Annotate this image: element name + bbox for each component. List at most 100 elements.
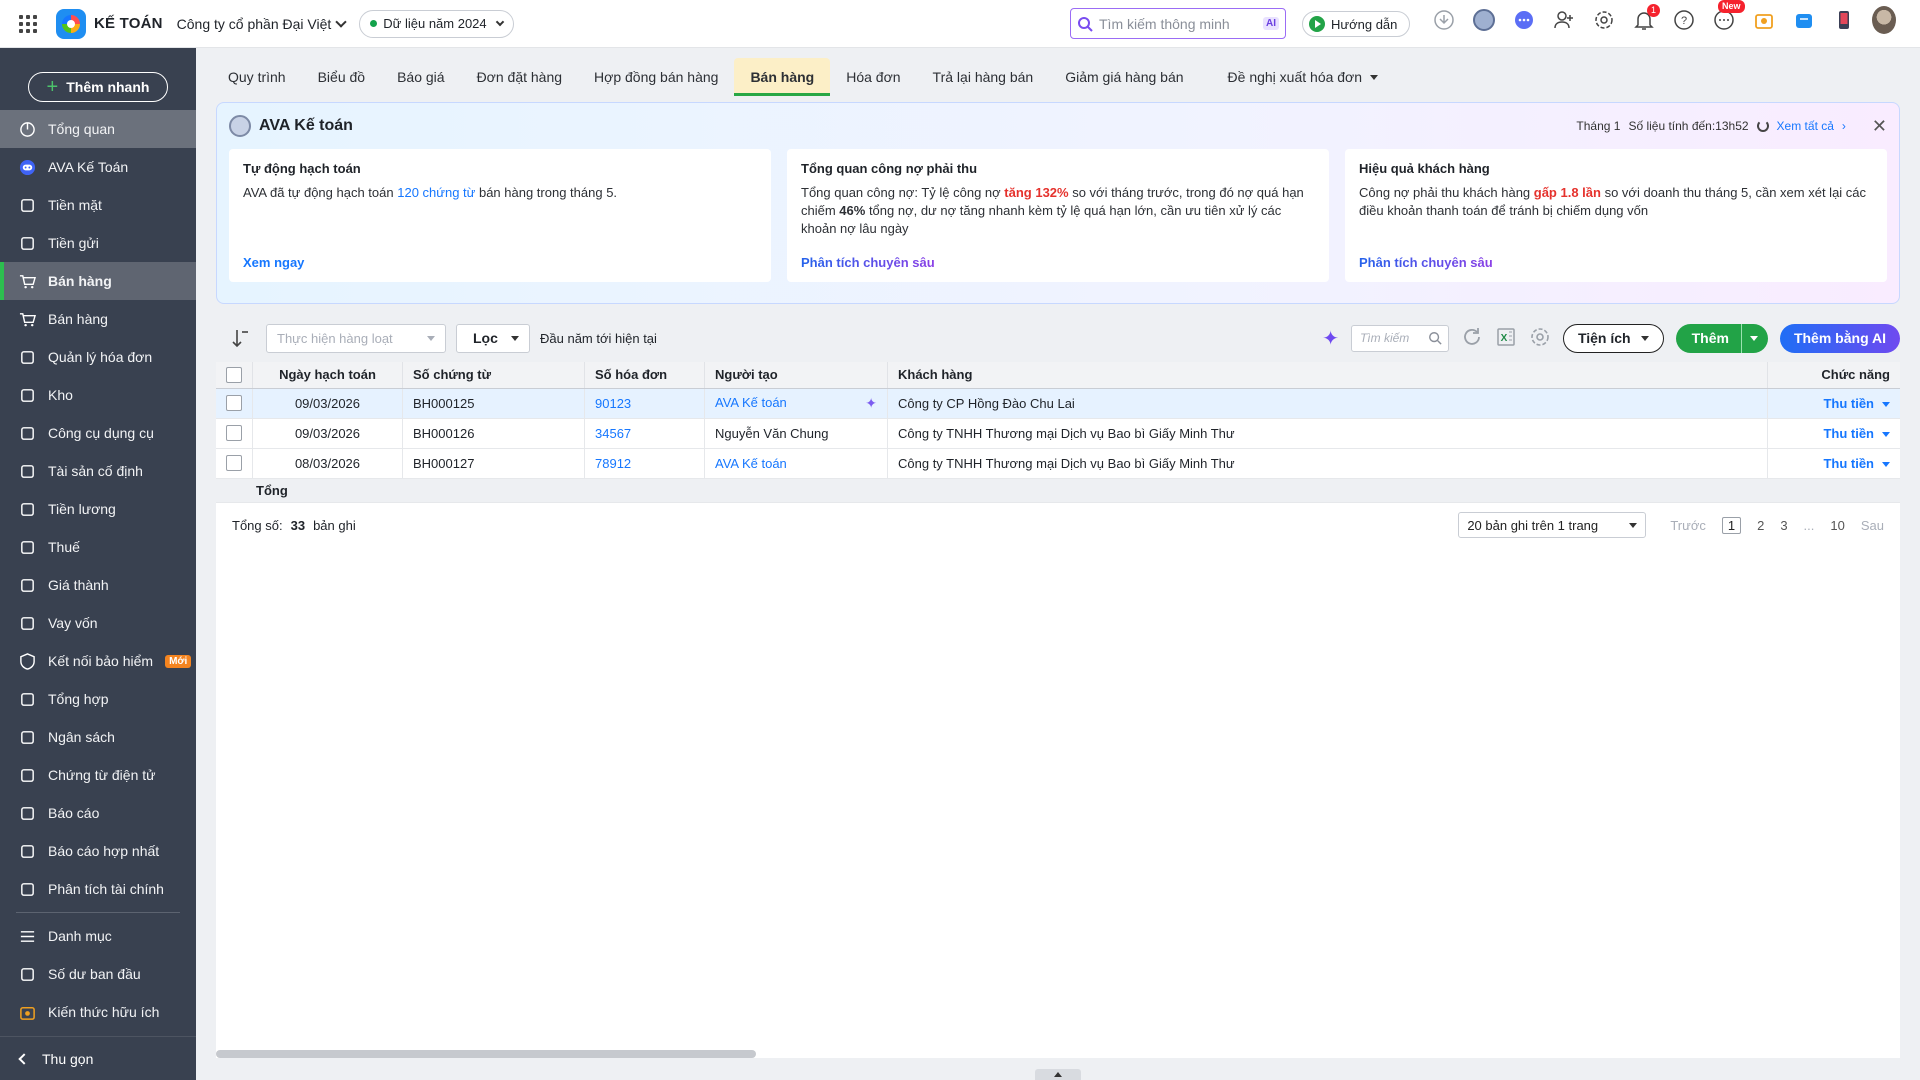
- creator-name[interactable]: AVA Kế toán: [715, 456, 787, 471]
- prev-page-button[interactable]: Trước: [1670, 518, 1706, 533]
- ai-sparkle-icon[interactable]: ✦: [1322, 326, 1339, 351]
- add-button[interactable]: Thêm: [1675, 323, 1768, 353]
- reward-icon[interactable]: [1752, 8, 1776, 32]
- table-settings-gear-icon[interactable]: [1529, 326, 1551, 351]
- sidebar-item[interactable]: Tổng hợp: [0, 680, 196, 718]
- excel-export-icon[interactable]: X: [1495, 326, 1517, 351]
- next-page-button[interactable]: Sau: [1861, 518, 1884, 533]
- smart-search-input[interactable]: Tìm kiếm thông minh AI: [1070, 8, 1286, 39]
- page-number-current[interactable]: 1: [1721, 516, 1742, 534]
- app-logo[interactable]: KẾ TOÁN: [56, 8, 163, 39]
- sidebar-item[interactable]: Giá thành: [0, 566, 196, 604]
- chat-icon[interactable]: [1512, 8, 1536, 32]
- quick-add-button[interactable]: + Thêm nhanh: [28, 72, 168, 102]
- settings-gear-icon[interactable]: [1592, 8, 1616, 32]
- tab[interactable]: Trả lại hàng bán: [917, 58, 1050, 96]
- sidebar-item[interactable]: Thuế: [0, 528, 196, 566]
- guide-button[interactable]: Hướng dẫn: [1302, 11, 1411, 37]
- page-number[interactable]: 2: [1757, 518, 1764, 533]
- view-now-link[interactable]: Xem ngay: [243, 255, 304, 270]
- tab[interactable]: Đơn đặt hàng: [461, 58, 578, 96]
- sidebar-item[interactable]: Tiền gửi: [0, 224, 196, 262]
- tab[interactable]: Biểu đồ: [302, 58, 381, 96]
- tab[interactable]: Quy trình: [212, 58, 302, 96]
- page-number[interactable]: 3: [1780, 518, 1787, 533]
- add-with-ai-button[interactable]: Thêm bằng AI: [1779, 323, 1900, 353]
- add-user-icon[interactable]: [1552, 8, 1576, 32]
- collapse-sidebar-button[interactable]: Thu gọn: [0, 1036, 196, 1080]
- tab[interactable]: Hóa đơn: [830, 58, 916, 96]
- horizontal-scrollbar[interactable]: [216, 1050, 756, 1058]
- tab[interactable]: Đề nghị xuất hóa đơn: [1212, 58, 1395, 96]
- voucher-count-link[interactable]: 120 chứng từ: [397, 185, 475, 200]
- sidebar-item[interactable]: Kết nối bảo hiểm Mới: [0, 642, 196, 680]
- sidebar-item[interactable]: Danh mục: [0, 917, 196, 955]
- sidebar-item[interactable]: Tiền lương: [0, 490, 196, 528]
- notification-bell-icon[interactable]: 1: [1632, 4, 1660, 32]
- table-row[interactable]: 09/03/2026 BH000126 34567 Nguyễn Văn Chung C…: [216, 418, 1900, 449]
- data-year-selector[interactable]: Dữ liệu năm 2024: [359, 9, 514, 38]
- sidebar-item[interactable]: Tài sản cố định: [0, 452, 196, 490]
- page-number[interactable]: 10: [1830, 518, 1844, 533]
- sidebar-item[interactable]: Chứng từ điện tử: [0, 756, 196, 794]
- sidebar-item[interactable]: Bán hàng: [0, 262, 196, 300]
- invoice-link[interactable]: 78912: [584, 448, 705, 479]
- invoice-link[interactable]: 34567: [584, 418, 705, 449]
- deep-analysis-link[interactable]: Phân tích chuyên sâu: [1359, 255, 1493, 270]
- sidebar-item[interactable]: Báo cáo hợp nhất: [0, 832, 196, 870]
- sidebar-item[interactable]: Bán hàng: [0, 300, 196, 338]
- tab[interactable]: Bán hàng: [734, 58, 831, 96]
- view-all-link[interactable]: Xem tất cả: [1777, 119, 1834, 133]
- column-header[interactable]: Số hóa đơn: [584, 362, 705, 389]
- sort-icon[interactable]: [228, 326, 252, 350]
- sidebar-item[interactable]: Phân tích tài chính: [0, 870, 196, 908]
- row-action-button[interactable]: Thu tiền: [1767, 388, 1900, 419]
- close-icon[interactable]: ✕: [1872, 116, 1887, 137]
- tab[interactable]: Báo giá: [381, 58, 460, 96]
- sidebar-item[interactable]: Quản lý hóa đơn: [0, 338, 196, 376]
- batch-action-select[interactable]: Thực hiện hàng loạt: [266, 323, 446, 353]
- refresh-icon[interactable]: [1756, 120, 1769, 132]
- reload-icon[interactable]: [1461, 326, 1483, 351]
- user-avatar[interactable]: [1872, 6, 1896, 34]
- sidebar-item[interactable]: Công cụ dụng cụ: [0, 414, 196, 452]
- row-checkbox[interactable]: [216, 388, 253, 419]
- column-header[interactable]: Chức năng: [1767, 362, 1900, 389]
- chevron-right-icon[interactable]: ›: [1842, 119, 1846, 133]
- select-all-checkbox[interactable]: [216, 362, 253, 389]
- table-row[interactable]: 09/03/2026 BH000125 90123 AVA Kế toán ✦ Công …: [216, 388, 1900, 419]
- feedback-icon[interactable]: New: [1712, 0, 1745, 32]
- sidebar-item[interactable]: Tổng quan: [0, 110, 196, 148]
- row-action-button[interactable]: Thu tiền: [1767, 448, 1900, 479]
- deep-analysis-link[interactable]: Phân tích chuyên sâu: [801, 255, 935, 270]
- tab[interactable]: Hợp đồng bán hàng: [578, 58, 734, 96]
- download-icon[interactable]: [1432, 8, 1456, 32]
- add-dropdown-toggle[interactable]: [1740, 323, 1768, 353]
- column-header[interactable]: Khách hàng: [887, 362, 1768, 389]
- invoice-link[interactable]: 90123: [584, 388, 705, 419]
- ava-assistant-icon[interactable]: [1472, 8, 1496, 32]
- expand-panel-handle[interactable]: [1035, 1069, 1081, 1080]
- row-checkbox[interactable]: [216, 448, 253, 479]
- sidebar-item[interactable]: Ngân sách: [0, 718, 196, 756]
- sidebar-item[interactable]: Tiền mặt: [0, 186, 196, 224]
- creator-name[interactable]: AVA Kế toán: [715, 395, 787, 410]
- column-header[interactable]: Người tạo: [704, 362, 888, 389]
- table-row[interactable]: 08/03/2026 BH000127 78912 AVA Kế toán Công t…: [216, 448, 1900, 479]
- sidebar-item[interactable]: Kiến thức hữu ích: [0, 993, 196, 1031]
- sidebar-item[interactable]: Số dư ban đầu: [0, 955, 196, 993]
- sidebar-item[interactable]: Kho: [0, 376, 196, 414]
- page-size-select[interactable]: 20 bản ghi trên 1 trang: [1458, 512, 1647, 538]
- company-selector[interactable]: Công ty cổ phần Đại Việt: [177, 16, 347, 32]
- sidebar-item[interactable]: Báo cáo: [0, 794, 196, 832]
- row-checkbox[interactable]: [216, 418, 253, 449]
- mobile-app-icon[interactable]: [1832, 8, 1856, 32]
- store-icon[interactable]: [1792, 8, 1816, 32]
- help-icon[interactable]: ?: [1672, 8, 1696, 32]
- sidebar-item[interactable]: Vay vốn: [0, 604, 196, 642]
- tab[interactable]: Giảm giá hàng bán: [1049, 58, 1199, 96]
- list-search-input[interactable]: Tìm kiếm: [1350, 324, 1449, 352]
- column-header[interactable]: Ngày hạch toán: [252, 362, 403, 389]
- column-header[interactable]: Số chứng từ: [402, 362, 585, 389]
- filter-button[interactable]: Lọc: [456, 323, 530, 353]
